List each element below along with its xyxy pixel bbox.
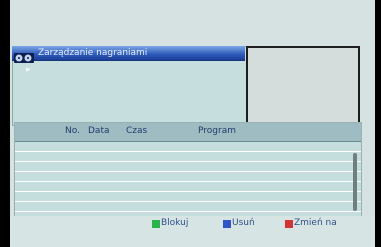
video-preview bbox=[246, 46, 360, 125]
table-header: No. Data Czas Program bbox=[15, 123, 361, 142]
scrollbar[interactable] bbox=[353, 153, 357, 211]
green-key-icon bbox=[152, 220, 160, 228]
blokuj-button[interactable]: Blokuj bbox=[152, 218, 197, 231]
blue-key-icon bbox=[223, 220, 231, 228]
title-bar: Zarządzanie nagraniami bbox=[12, 46, 245, 63]
usun-label: Usuń bbox=[232, 218, 255, 228]
table-row-divider bbox=[15, 191, 361, 192]
film-reel-icon bbox=[14, 48, 34, 63]
table-row-divider bbox=[15, 151, 361, 152]
table-row-divider bbox=[15, 181, 361, 182]
column-no: No. bbox=[65, 126, 80, 136]
chevron-right-icon: ▶ bbox=[26, 66, 31, 73]
usun-button[interactable]: Usuń bbox=[223, 218, 263, 231]
red-key-icon bbox=[285, 220, 293, 228]
table-row-divider bbox=[15, 201, 361, 202]
column-data: Data bbox=[88, 126, 110, 136]
column-czas: Czas bbox=[126, 126, 148, 136]
zmien-na-button[interactable]: Zmień na bbox=[285, 218, 345, 231]
table-row-divider bbox=[15, 171, 361, 172]
blokuj-label: Blokuj bbox=[161, 218, 189, 228]
recordings-table: No. Data Czas Program bbox=[14, 122, 362, 218]
table-row-divider bbox=[15, 161, 361, 162]
column-program: Program bbox=[198, 126, 236, 136]
zmien-na-label: Zmień na bbox=[294, 218, 337, 228]
window-title: Zarządzanie nagraniami bbox=[38, 48, 148, 58]
table-row-divider bbox=[15, 211, 361, 212]
